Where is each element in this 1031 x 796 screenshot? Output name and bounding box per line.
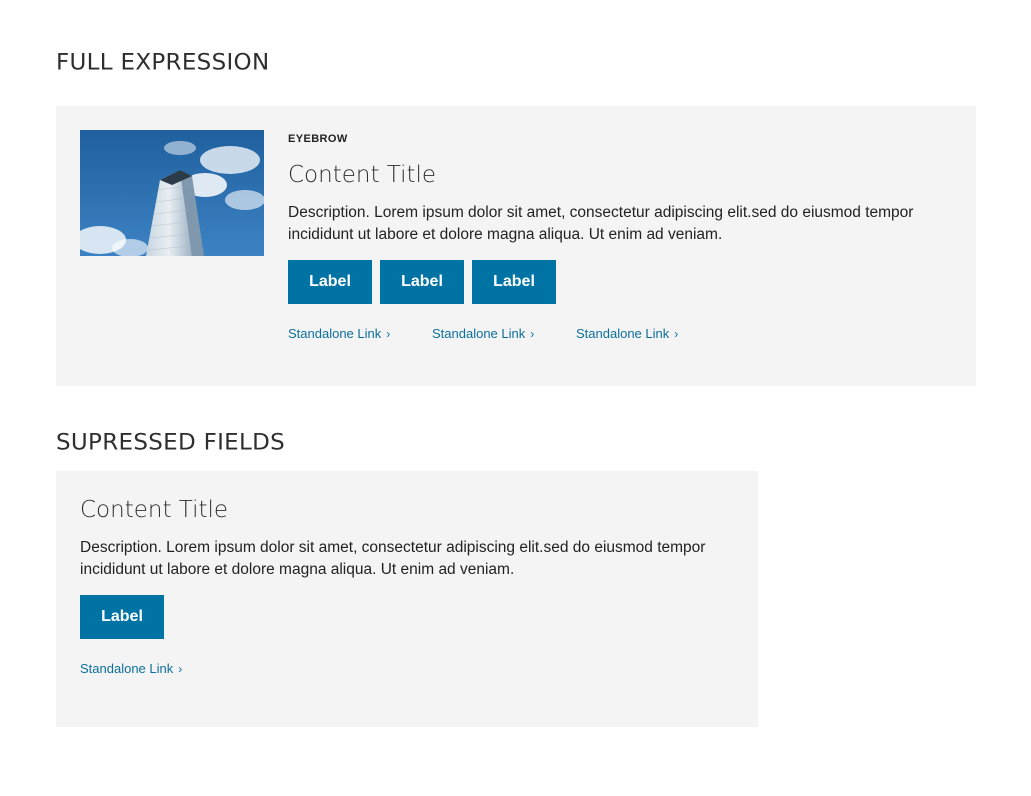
link-group: Standalone Link › Standalone Link › Standa… xyxy=(288,326,948,341)
content-title: Content Title xyxy=(80,497,229,523)
label-button-1[interactable]: Label xyxy=(288,260,372,304)
content-title: Content Title xyxy=(288,162,437,188)
standalone-link[interactable]: Standalone Link › xyxy=(80,661,182,676)
section-heading-suppressed-fields: SUPRESSED FIELDS xyxy=(56,430,286,456)
content-description: Description. Lorem ipsum dolor sit amet,… xyxy=(288,204,914,243)
content-block-suppressed: Content Title Description. Lorem ipsum d… xyxy=(80,495,740,676)
label-button-3[interactable]: Label xyxy=(472,260,556,304)
label-button[interactable]: Label xyxy=(80,595,164,639)
building-image xyxy=(80,130,264,256)
content-card-suppressed: Content Title Description. Lorem ipsum d… xyxy=(56,471,758,727)
section-heading-full-expression: FULL EXPRESSION xyxy=(56,50,270,76)
chevron-right-icon: › xyxy=(530,326,535,341)
link-group: Standalone Link › xyxy=(80,661,740,676)
standalone-link-2[interactable]: Standalone Link › xyxy=(432,326,544,341)
chevron-right-icon: › xyxy=(674,326,679,341)
chevron-right-icon: › xyxy=(386,326,391,341)
standalone-link-3[interactable]: Standalone Link › xyxy=(576,326,688,341)
content-block-full: EYEBROW Content Title Description. Lorem… xyxy=(288,132,948,341)
standalone-link-label: Standalone Link xyxy=(432,326,526,341)
standalone-link-label: Standalone Link xyxy=(80,661,174,676)
eyebrow-text: EYEBROW xyxy=(288,133,348,145)
content-description: Description. Lorem ipsum dolor sit amet,… xyxy=(80,539,706,578)
button-group: Label Label Label xyxy=(288,260,948,304)
label-button-2[interactable]: Label xyxy=(380,260,464,304)
standalone-link-label: Standalone Link xyxy=(288,326,382,341)
button-group: Label xyxy=(80,595,740,639)
standalone-link-label: Standalone Link xyxy=(576,326,670,341)
chevron-right-icon: › xyxy=(178,661,183,676)
content-card-full: EYEBROW Content Title Description. Lorem… xyxy=(56,106,976,386)
standalone-link-1[interactable]: Standalone Link › xyxy=(288,326,400,341)
